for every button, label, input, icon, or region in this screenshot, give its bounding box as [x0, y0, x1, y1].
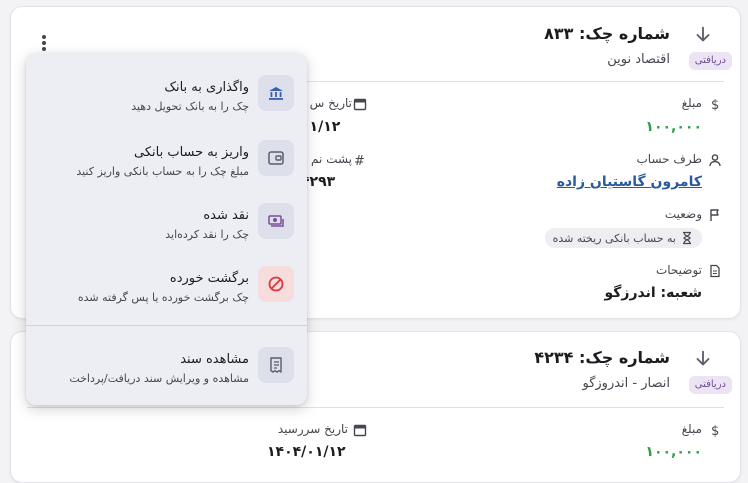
status-badge: دریافتی — [688, 376, 732, 394]
description-label: توضیحات — [655, 263, 702, 277]
document-icon — [708, 263, 722, 282]
svg-text:$: $ — [711, 98, 719, 111]
check-title: شماره چک: ۸۳۳ — [544, 24, 670, 43]
check-subtitle: انصار - اندروزگو — [582, 376, 671, 391]
menu-item-desc: چک را به بانک تحویل دهید — [131, 100, 249, 113]
menu-item-assign-to-bank[interactable]: واگذاری به بانک چک را به بانک تحویل دهید — [26, 63, 307, 123]
menu-item-title: مشاهده سند — [180, 352, 249, 367]
arrow-down-icon[interactable] — [692, 348, 714, 374]
check-subtitle: اقتصاد نوین — [607, 52, 670, 67]
receipt-icon — [258, 347, 294, 383]
menu-item-desc: چک را نقد کرده‌اید — [165, 228, 249, 241]
due-date-label: تاریخ سررسید — [277, 422, 348, 436]
status-label: وضعیت — [664, 207, 702, 221]
description-value: شعبه: اندرزگو — [604, 285, 702, 301]
menu-item-desc: مبلغ چک را به حساب بانکی واریز کنید — [76, 165, 249, 178]
back-number-label: پشت نم — [311, 152, 352, 166]
calendar-icon — [353, 422, 367, 441]
amount-value: ۱۰۰,۰۰۰ — [645, 444, 702, 460]
due-date-label: تاریخ س — [309, 96, 352, 110]
bank-icon — [258, 75, 294, 111]
svg-text:#: # — [354, 154, 365, 167]
menu-divider — [26, 325, 307, 326]
amount-label: مبلغ — [681, 96, 702, 110]
menu-item-title: برگشت خورده — [169, 271, 249, 286]
hourglass-icon — [683, 231, 691, 245]
party-link[interactable]: کامرون گاستیان زاده — [557, 174, 702, 190]
amount-label: مبلغ — [681, 422, 702, 436]
menu-item-deposit-to-account[interactable]: واریز به حساب بانکی مبلغ چک را به حساب ب… — [26, 128, 307, 188]
action-menu: واگذاری به بانک چک را به بانک تحویل دهید… — [26, 53, 307, 405]
menu-item-view-document[interactable]: مشاهده سند مشاهده و ویرایش سند دریافت/پر… — [26, 335, 307, 395]
person-icon — [708, 152, 722, 171]
party-label: طرف حساب — [636, 152, 702, 166]
menu-item-title: واریز به حساب بانکی — [134, 145, 249, 160]
calendar-icon — [353, 96, 367, 115]
status-badge: دریافتی — [688, 52, 732, 70]
block-icon — [258, 266, 294, 302]
check-title: شماره چک: ۴۲۳۴ — [534, 348, 670, 367]
dollar-icon: $ — [708, 422, 722, 441]
menu-item-cashed[interactable]: نقد شده چک را نقد کرده‌اید — [26, 191, 307, 251]
amount-value: ۱۰۰,۰۰۰ — [645, 119, 702, 135]
hash-icon: # — [353, 152, 367, 171]
dollar-icon: $ — [708, 96, 722, 115]
menu-item-title: نقد شده — [203, 208, 249, 223]
status-chip-text: به حساب بانکی ریخته شده — [552, 231, 676, 245]
svg-text:$: $ — [711, 424, 719, 437]
menu-item-desc: مشاهده و ویرایش سند دریافت/پرداخت — [69, 372, 249, 385]
wallet-icon — [258, 140, 294, 176]
due-date-value: ۱۴۰۴/۰۱/۱۲ — [267, 444, 346, 460]
arrow-down-icon[interactable] — [692, 24, 714, 50]
menu-item-bounced[interactable]: برگشت خورده چک برگشت خورده یا پس گرفته ش… — [26, 254, 307, 314]
cash-icon — [258, 203, 294, 239]
flag-icon — [708, 207, 722, 226]
menu-item-title: واگذاری به بانک — [164, 80, 249, 95]
status-chip: به حساب بانکی ریخته شده — [544, 228, 702, 248]
menu-item-desc: چک برگشت خورده یا پس گرفته شده — [77, 291, 249, 304]
divider — [27, 407, 724, 408]
